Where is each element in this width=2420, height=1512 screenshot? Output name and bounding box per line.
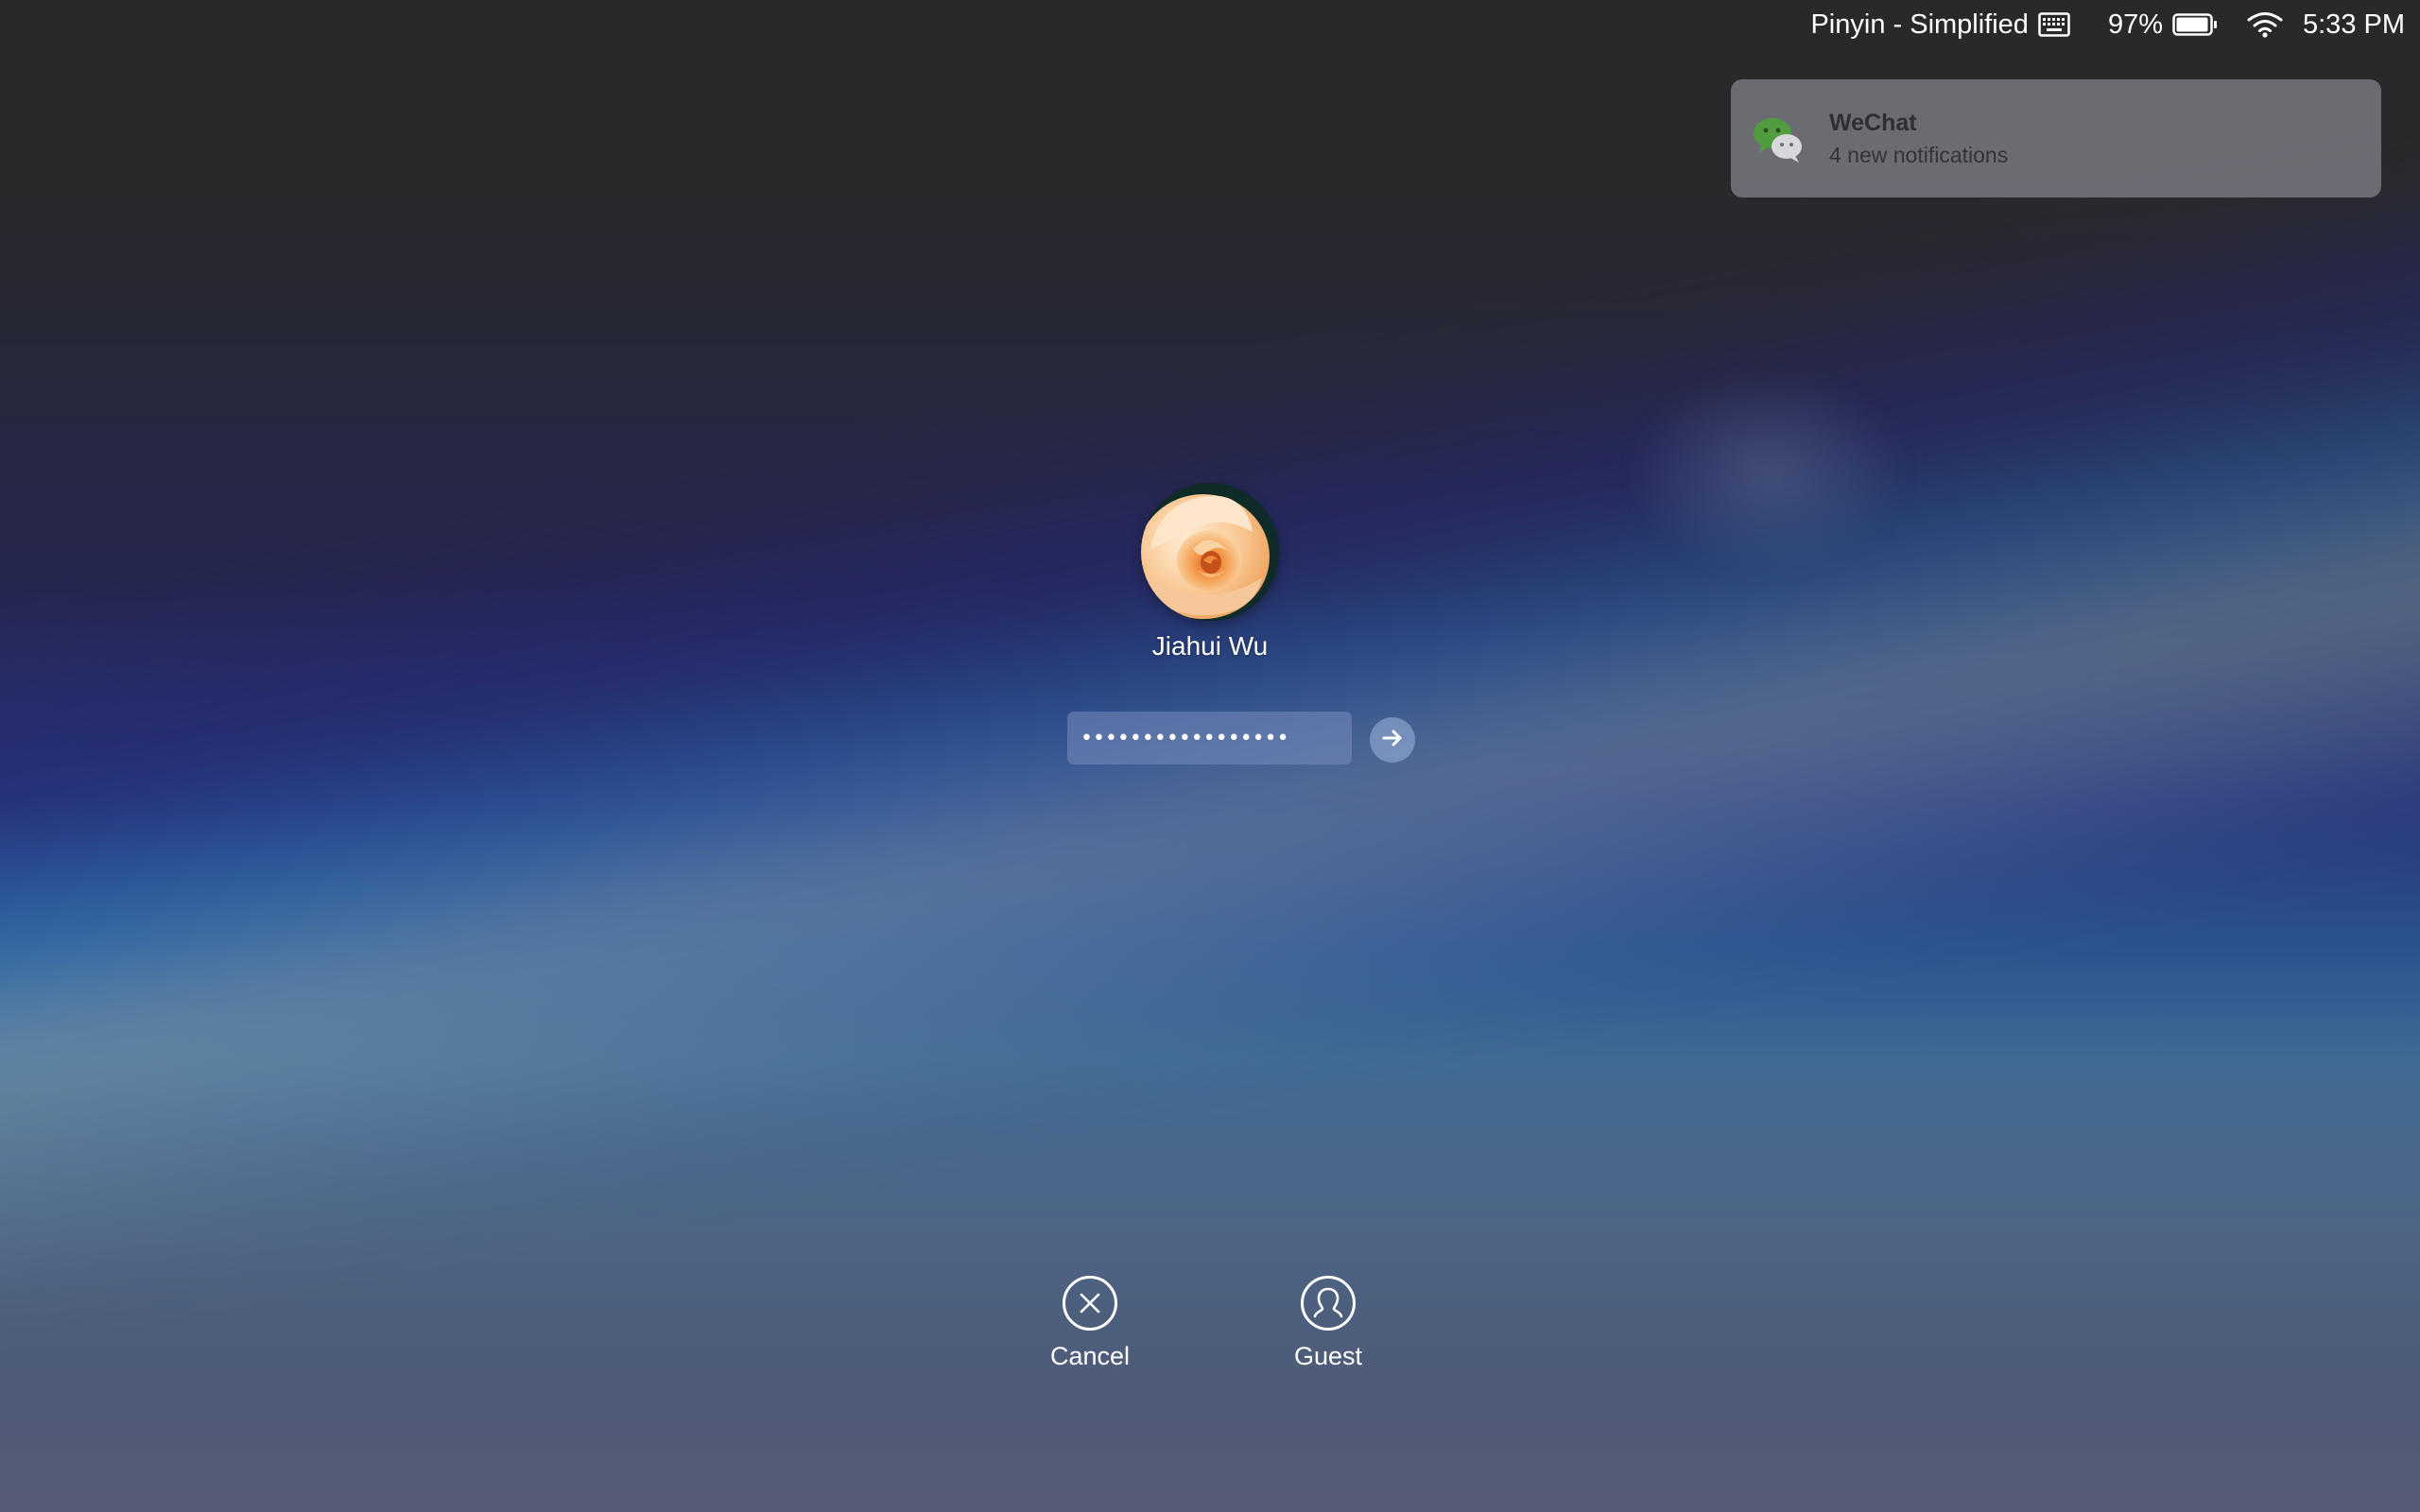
notification-message: 4 new notifications xyxy=(1829,142,2009,167)
clock-time: 5:33 PM xyxy=(2303,9,2405,40)
notification-app-name: WeChat xyxy=(1829,109,1917,136)
login-screen: Pinyin - Simplified 97% 5:33 PM WeChat 4… xyxy=(0,0,2420,1512)
guest-label: Guest xyxy=(1293,1342,1363,1370)
battery-icon xyxy=(2172,13,2218,36)
clock[interactable]: 5:33 PM xyxy=(2303,9,2405,41)
password-mask: ••••••••••••••••• xyxy=(1080,726,1289,750)
battery-percent: 97% xyxy=(2107,9,2163,40)
keyboard-icon xyxy=(2038,12,2070,37)
user-avatar[interactable] xyxy=(1141,483,1279,621)
wechat-icon xyxy=(1750,111,1806,167)
battery-menu[interactable]: 97% xyxy=(2080,9,2218,41)
password-field[interactable]: ••••••••••••••••• xyxy=(1067,712,1352,765)
wifi-icon[interactable] xyxy=(2246,10,2284,39)
guest-user-icon xyxy=(1301,1276,1356,1331)
wallpaper-glow xyxy=(1626,369,1910,576)
user-name: Jiahui Wu xyxy=(1151,631,1269,661)
cancel-button[interactable]: Cancel xyxy=(1014,1276,1166,1371)
input-source-menu[interactable]: Pinyin - Simplified xyxy=(1810,9,2070,41)
menu-bar: Pinyin - Simplified 97% 5:33 PM xyxy=(1801,0,2420,49)
close-circle-icon xyxy=(1063,1276,1117,1331)
wallpaper-band-light xyxy=(0,229,2420,1397)
wallpaper-haze xyxy=(0,1087,2420,1512)
guest-button[interactable]: Guest xyxy=(1253,1276,1404,1371)
arrow-right-icon xyxy=(1378,724,1407,757)
cancel-label: Cancel xyxy=(1049,1342,1131,1370)
notification-text: WeChat 4 new notifications xyxy=(1829,110,2008,168)
notification-banner[interactable]: WeChat 4 new notifications xyxy=(1731,79,2381,198)
input-source-label: Pinyin - Simplified xyxy=(1810,9,2029,40)
submit-password-button[interactable] xyxy=(1370,717,1415,763)
